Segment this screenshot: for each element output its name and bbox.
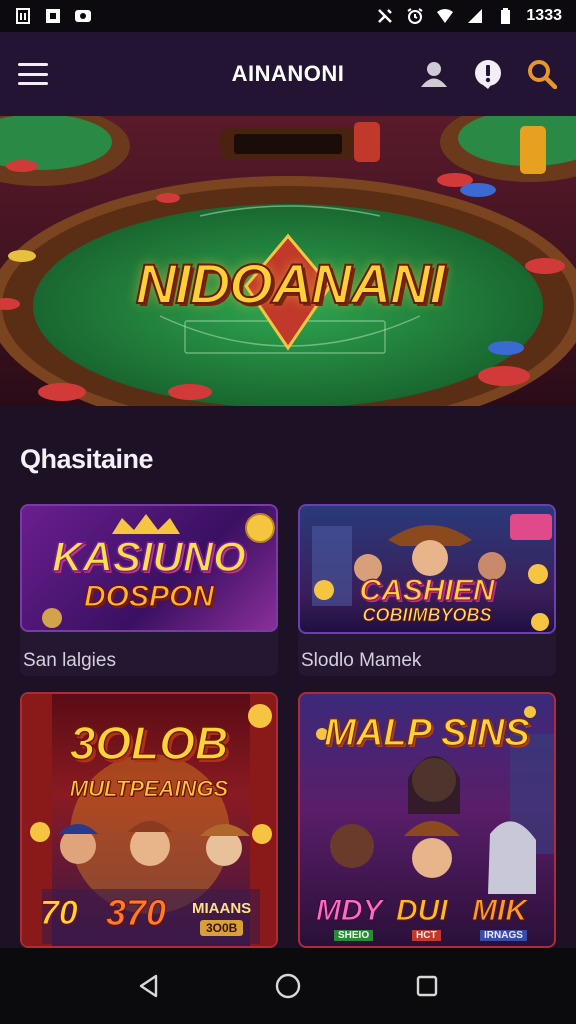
- battery-icon: [501, 8, 511, 24]
- game-tag-4-mid: HCT: [412, 930, 441, 941]
- vpn-icon: [75, 10, 91, 22]
- game-caption-4-right: MIK: [472, 894, 528, 928]
- game-label-2: Slodlo Mamek: [301, 650, 422, 671]
- status-bar: 1333: [0, 0, 576, 32]
- game-thumbnail-2: CASHIEN COBIIMBYOBS: [298, 504, 556, 634]
- game-card-1[interactable]: KASIUNO DOSPON San lalgies: [20, 504, 278, 676]
- game-title-1b: DOSPON: [83, 580, 215, 613]
- game-thumbnail-4: MALP SINS MDY DUI MIK SHEIO HCT IRNAGS: [298, 692, 556, 948]
- info-icon[interactable]: [472, 58, 504, 90]
- game-caption-3-mid: 370: [105, 892, 167, 934]
- nfc-icon: [378, 9, 393, 23]
- game-caption-4-mid: DUI: [396, 894, 449, 928]
- game-caption-4-left: MDY: [316, 894, 384, 928]
- home-icon[interactable]: [266, 964, 310, 1008]
- signal-icon: [468, 9, 483, 23]
- game-thumbnail-3: 3OLOB MULTPEAINGS 70 370 MIAANS 3O0B: [20, 692, 278, 948]
- game-card-4[interactable]: MALP SINS MDY DUI MIK SHEIO HCT IRNAGS: [298, 692, 556, 948]
- recents-icon[interactable]: [405, 964, 449, 1008]
- game-card-2[interactable]: CASHIEN COBIIMBYOBS Slodlo Mamek: [298, 504, 556, 676]
- system-nav-bar: [0, 948, 576, 1024]
- game-title-2b: COBIIMBYOBS: [362, 605, 492, 625]
- game-caption-3-right-sub: 3O0B: [200, 920, 244, 936]
- sim-icon: [16, 8, 30, 24]
- status-time: 1333: [526, 7, 562, 24]
- app-bar: AINANONI: [0, 32, 576, 116]
- game-title-2a: CASHIEN: [359, 574, 495, 607]
- game-thumbnail-1: KASIUNO DOSPON: [20, 504, 278, 632]
- hero-banner-text: NIDOANANI: [135, 252, 446, 315]
- game-caption-3-right: MIAANS: [192, 900, 252, 917]
- hero-banner[interactable]: NIDOANANI: [0, 116, 576, 406]
- game-caption-3-left: 70: [40, 894, 79, 933]
- hamburger-icon[interactable]: [18, 63, 48, 85]
- game-label-1: San lalgies: [23, 650, 116, 671]
- search-icon[interactable]: [526, 58, 558, 90]
- game-title-3a: 3OLOB: [69, 717, 229, 769]
- profile-icon[interactable]: [418, 58, 450, 90]
- game-title-1a: KASIUNO: [51, 533, 246, 580]
- game-tag-4-left: SHEIO: [334, 930, 374, 941]
- notification-icon: [46, 9, 60, 23]
- game-title-3b: MULTPEAINGS: [69, 776, 229, 801]
- game-title-4: MALP SINS: [324, 712, 531, 754]
- game-tag-4-right: IRNAGS: [480, 930, 527, 941]
- game-card-3[interactable]: 3OLOB MULTPEAINGS 70 370 MIAANS 3O0B: [20, 692, 278, 948]
- wifi-icon: [437, 9, 454, 23]
- back-icon[interactable]: [127, 964, 171, 1008]
- section-heading: Qhasitaine: [20, 444, 154, 474]
- alarm-icon: [407, 8, 423, 24]
